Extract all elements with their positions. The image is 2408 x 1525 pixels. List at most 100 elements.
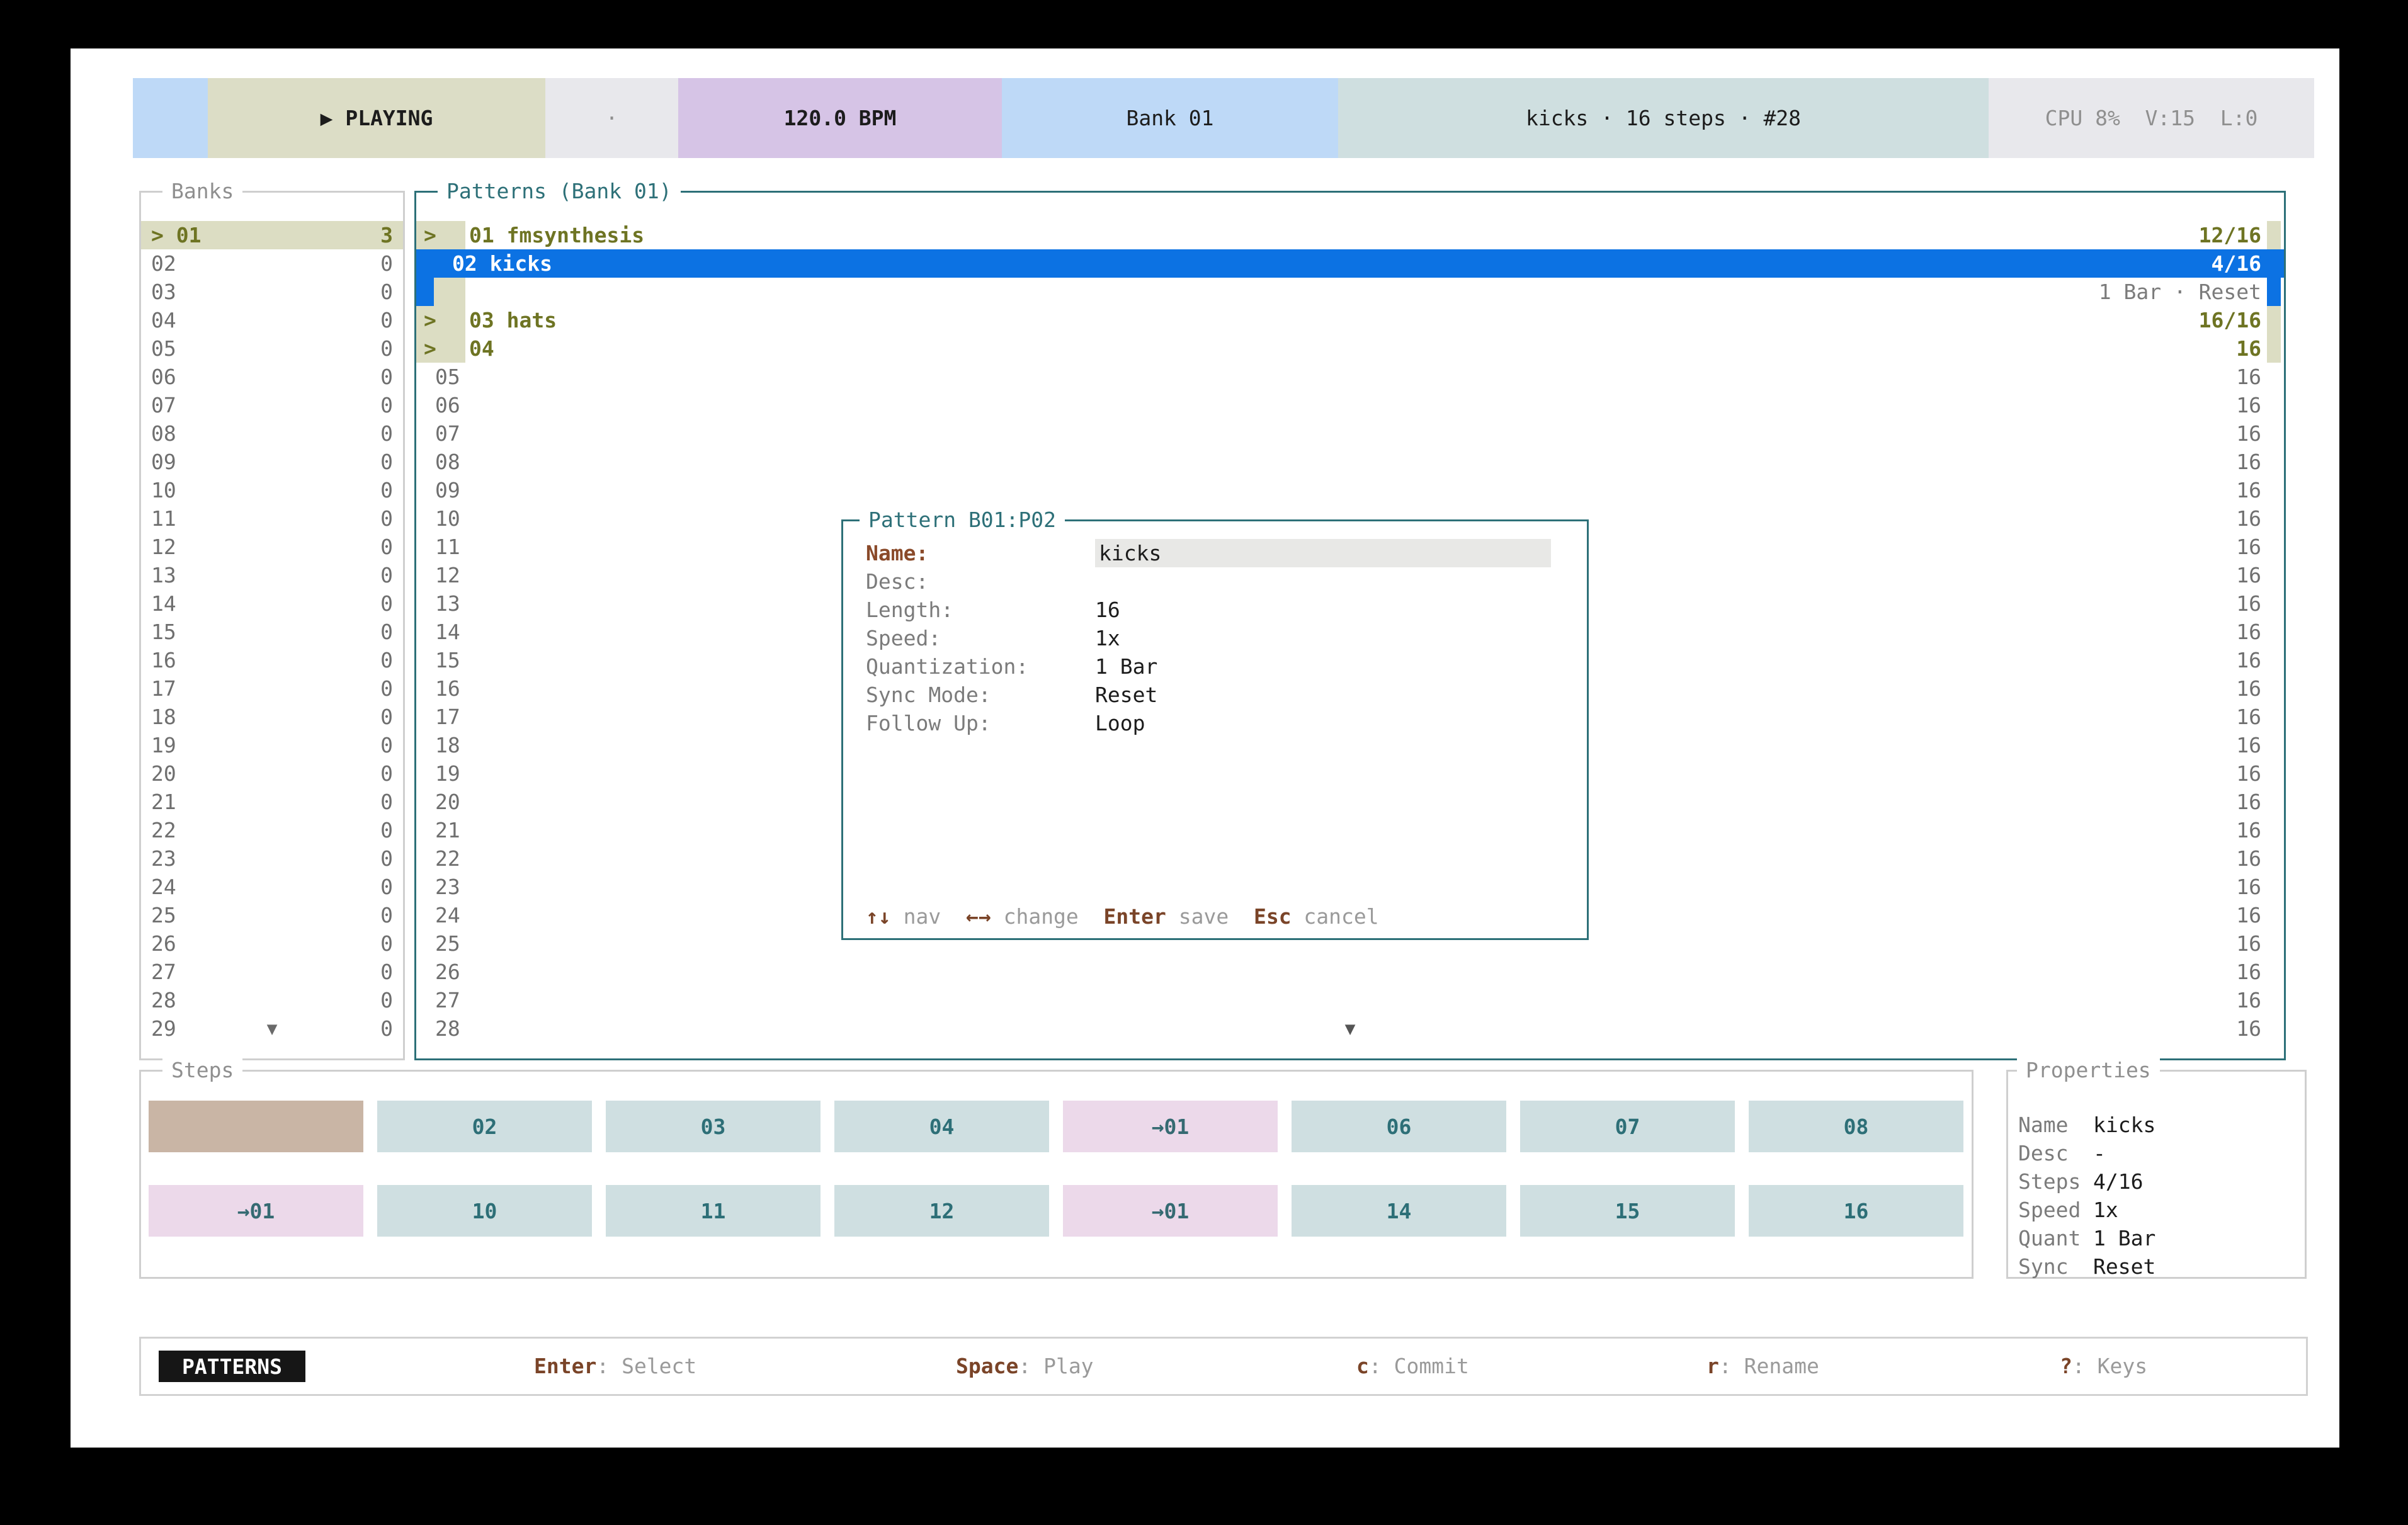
step-cell[interactable]: 12	[834, 1185, 1049, 1237]
bank-row[interactable]: 160	[141, 646, 403, 674]
bank-row-selected[interactable]: > 013	[141, 221, 403, 249]
bank-row[interactable]: 260	[141, 929, 403, 958]
scrollbar-cell	[2267, 816, 2281, 844]
bank-row[interactable]: 140	[141, 589, 403, 618]
bank-row[interactable]: 210	[141, 788, 403, 816]
patterns-scroll-more-icon[interactable]: ▼	[416, 1014, 2284, 1043]
pattern-label: 24	[435, 903, 460, 927]
property-row: Speed1x	[2018, 1196, 2300, 1224]
selection-tail-block	[416, 278, 434, 306]
step-cell-playhead[interactable]	[149, 1101, 363, 1152]
bank-row[interactable]: 230	[141, 844, 403, 873]
bank-number: 27	[141, 958, 380, 986]
pattern-row[interactable]: 0816	[416, 448, 2284, 476]
bank-number: 25	[141, 901, 380, 929]
bank-row[interactable]: 250	[141, 901, 403, 929]
dialog-field-row[interactable]: Quantization:1 Bar	[866, 652, 1574, 681]
bank-row[interactable]: 280	[141, 986, 403, 1014]
bank-pattern-count: 0	[380, 476, 403, 504]
dialog-field-row[interactable]: Desc:	[866, 567, 1574, 596]
pattern-row[interactable]: 2616	[416, 958, 2284, 986]
bank-pattern-count: 0	[380, 788, 403, 816]
bank-row[interactable]: 050	[141, 334, 403, 363]
property-value: kicks	[2093, 1111, 2155, 1139]
bank-row[interactable]: 240	[141, 873, 403, 901]
dialog-field-row[interactable]: Length:16	[866, 596, 1574, 624]
dialog-hint-key: ↑↓	[866, 904, 891, 929]
pattern-label: 14	[435, 620, 460, 644]
bank-row[interactable]: 040	[141, 306, 403, 334]
step-cell[interactable]: 11	[606, 1185, 821, 1237]
bank-row[interactable]: 29▼0	[141, 1014, 403, 1043]
step-cell[interactable]: 03	[606, 1101, 821, 1152]
pattern-row-selected[interactable]: 02 kicks4/16	[416, 249, 2284, 278]
dialog-field-row[interactable]: Sync Mode:Reset	[866, 681, 1574, 709]
dialog-field-row[interactable]: Speed:1x	[866, 624, 1574, 652]
bank-row[interactable]: 130	[141, 561, 403, 589]
step-cell[interactable]: 07	[1520, 1101, 1735, 1152]
bank-pattern-count: 0	[380, 816, 403, 844]
bank-row[interactable]: 200	[141, 759, 403, 788]
pattern-row[interactable]: 0916	[416, 476, 2284, 504]
dialog-name-input[interactable]: kicks	[1095, 539, 1551, 567]
scrollbar-cell	[2267, 448, 2281, 476]
bank-row[interactable]: 190	[141, 731, 403, 759]
bank-row[interactable]: 180	[141, 703, 403, 731]
bank-row[interactable]: 120	[141, 533, 403, 561]
bank-row[interactable]: 020	[141, 249, 403, 278]
step-cell[interactable]: 06	[1292, 1101, 1506, 1152]
step-cell-jump[interactable]: →01	[1063, 1101, 1278, 1152]
pattern-steps-value: 4/16	[2212, 249, 2261, 278]
pattern-row[interactable]: 2716	[416, 986, 2284, 1014]
step-cell[interactable]: 02	[377, 1101, 592, 1152]
bank-row[interactable]: 110	[141, 504, 403, 533]
pattern-label: 03 hats	[469, 306, 557, 334]
pattern-steps-value: 16	[2236, 986, 2261, 1014]
bank-row[interactable]: 080	[141, 419, 403, 448]
bank-pattern-count: 0	[380, 278, 403, 306]
key-hint-key: Space	[956, 1354, 1018, 1378]
bank-row[interactable]: 070	[141, 391, 403, 419]
bank-row[interactable]: 090	[141, 448, 403, 476]
step-cell[interactable]: 08	[1749, 1101, 1963, 1152]
pattern-label: 19	[435, 761, 460, 786]
key-hint-label: : Select	[596, 1354, 696, 1378]
pattern-row[interactable]: 0516	[416, 363, 2284, 391]
dialog-field-row[interactable]: Name:kicks	[866, 539, 1574, 567]
scrollbar-cell[interactable]	[2267, 249, 2281, 278]
bank-row[interactable]: 270	[141, 958, 403, 986]
bank-row[interactable]: 220	[141, 816, 403, 844]
bank-number: 15	[141, 618, 380, 646]
step-cell[interactable]: 16	[1749, 1185, 1963, 1237]
step-cell[interactable]: 15	[1520, 1185, 1735, 1237]
mode-badge: PATTERNS	[159, 1351, 305, 1382]
bank-row[interactable]: 170	[141, 674, 403, 703]
pattern-row[interactable]: >03 hats16/16	[416, 306, 2284, 334]
bank-row[interactable]: 060	[141, 363, 403, 391]
pattern-row[interactable]: >0416	[416, 334, 2284, 363]
scrollbar-cell[interactable]	[2267, 278, 2281, 306]
steps-panel: Steps 020304→01060708→01101112→01141516	[139, 1070, 1974, 1279]
pattern-row[interactable]: 0716	[416, 419, 2284, 448]
scrollbar-cell	[2267, 646, 2281, 674]
step-cell[interactable]: 10	[377, 1185, 592, 1237]
pattern-row[interactable]: 0616	[416, 391, 2284, 419]
step-cell[interactable]: 04	[834, 1101, 1049, 1152]
property-label: Name	[2018, 1111, 2093, 1139]
bank-number: 24	[141, 873, 380, 901]
scrollbar-cell[interactable]	[2267, 221, 2281, 249]
pattern-steps-value: 16	[2236, 589, 2261, 618]
scrollbar-cell[interactable]	[2267, 334, 2281, 363]
bank-row[interactable]: 100	[141, 476, 403, 504]
pattern-row[interactable]: >01 fmsynthesis12/16	[416, 221, 2284, 249]
bank-row[interactable]: 150	[141, 618, 403, 646]
bank-row[interactable]: 030	[141, 278, 403, 306]
pattern-label: 16	[435, 676, 460, 701]
step-cell-jump[interactable]: →01	[1063, 1185, 1278, 1237]
scrollbar-cell[interactable]	[2267, 306, 2281, 334]
pattern-steps-value: 16/16	[2199, 306, 2261, 334]
bank-number: 13	[141, 561, 380, 589]
dialog-field-row[interactable]: Follow Up:Loop	[866, 709, 1574, 737]
step-cell[interactable]: 14	[1292, 1185, 1506, 1237]
step-cell-jump[interactable]: →01	[149, 1185, 363, 1237]
